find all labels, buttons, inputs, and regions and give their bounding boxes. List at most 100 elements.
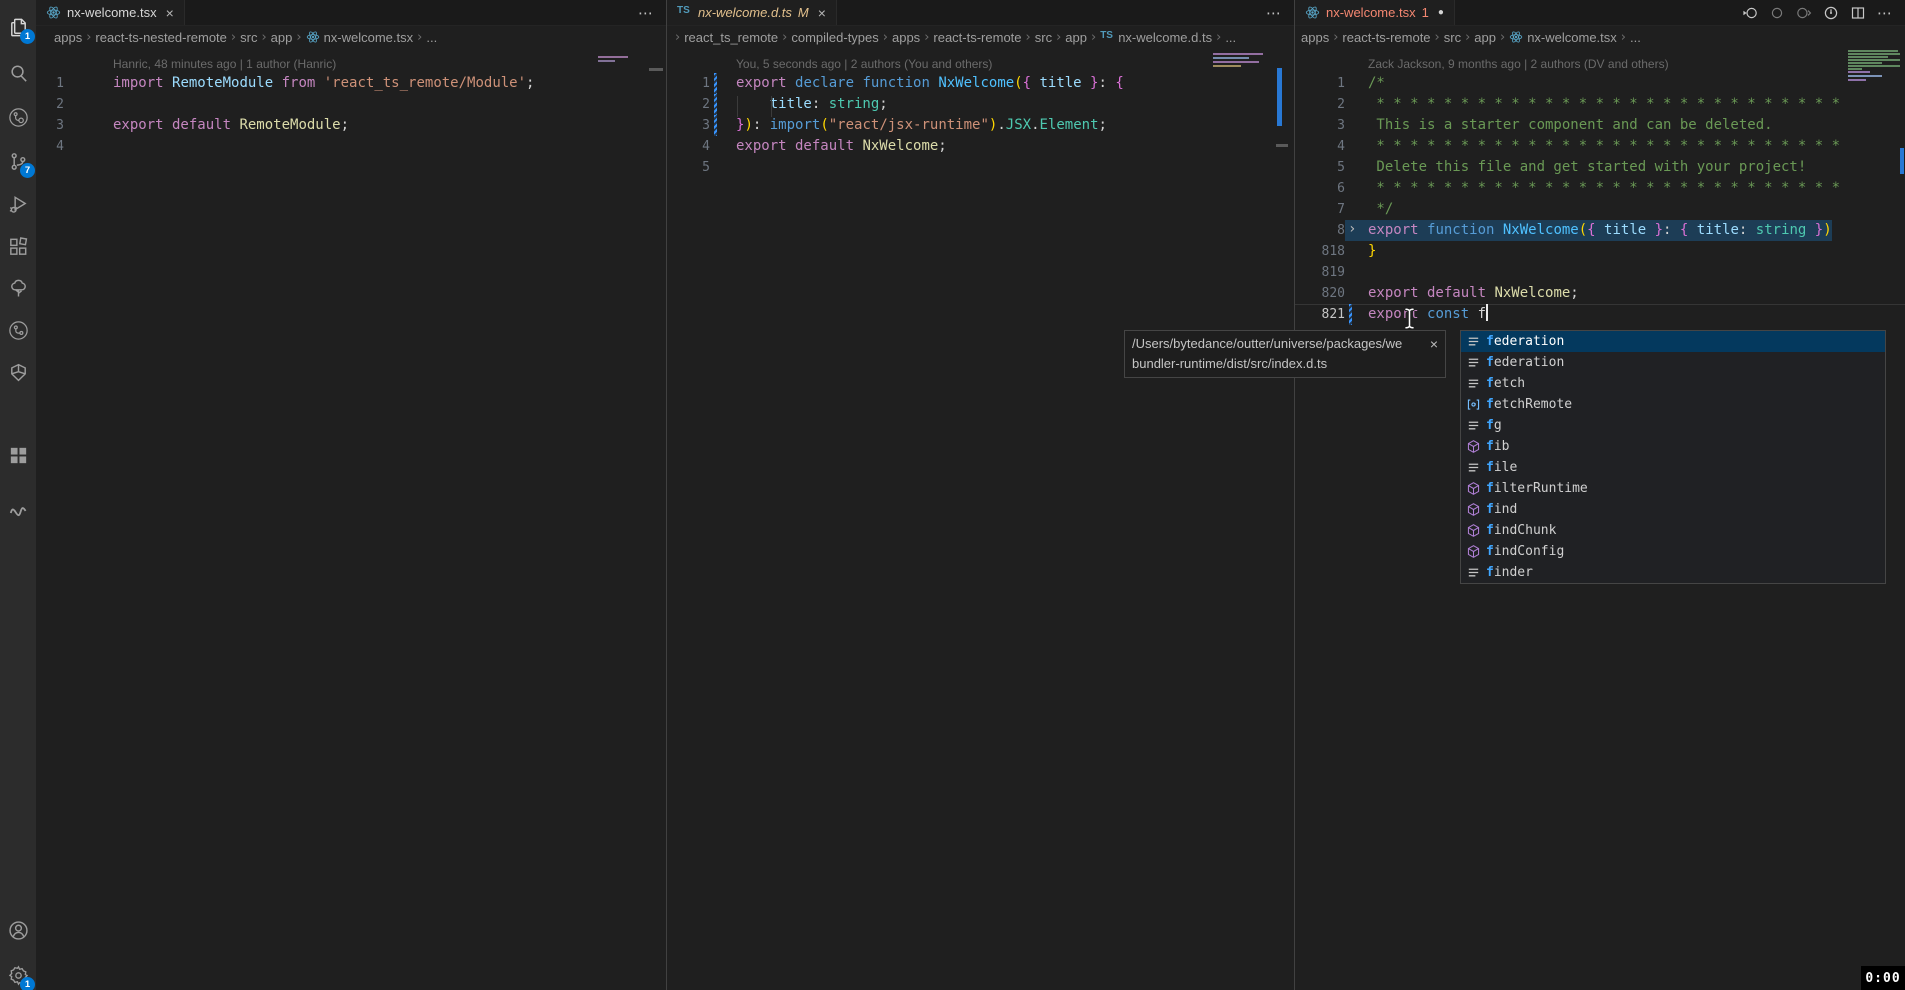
timer-icon[interactable] [1823,5,1839,21]
fold-chevron-icon[interactable]: › [1348,219,1356,240]
tab-close-icon[interactable]: × [166,5,174,21]
breadcrumb-item[interactable]: ... [426,30,437,45]
breadcrumb-item[interactable]: app [1474,30,1496,45]
ts-icon: TS [1100,30,1114,44]
suggest-item-fetchRemote[interactable]: fetchRemote [1461,394,1885,415]
code-text: * * * * * * * * * * * * * * * * * * * * … [1368,136,1840,157]
code-line[interactable]: 1/* [1295,73,1905,94]
activity-item-extensions[interactable] [0,229,36,263]
code-line[interactable]: 2 * * * * * * * * * * * * * * * * * * * … [1295,94,1905,115]
tab-nx-welcome.d.ts[interactable]: TSnx-welcome.d.tsM× [667,0,837,25]
activity-item-accounts[interactable] [0,913,36,947]
activity-item-explorer[interactable]: 1 [0,10,36,44]
recording-time: 0:00 [1865,971,1900,986]
breadcrumb-item[interactable]: react-ts-remote [1342,30,1430,45]
breadcrumb-item[interactable]: react_ts_remote [684,30,778,45]
suggest-item-file[interactable]: file [1461,457,1885,478]
breadcrumb-item[interactable]: src [1035,30,1052,45]
breadcrumb-item[interactable]: react-ts-remote [933,30,1021,45]
code-line[interactable]: 4export default NxWelcome; [667,136,1294,157]
breadcrumb-item[interactable]: apps [892,30,920,45]
record-dot-icon[interactable] [1769,5,1785,21]
pane-divider[interactable] [1294,0,1295,990]
suggest-item-finder[interactable]: finder [1461,562,1885,583]
suggest-item-findConfig[interactable]: findConfig [1461,541,1885,562]
suggest-item-findChunk[interactable]: findChunk [1461,520,1885,541]
breadcrumb-item[interactable]: react-ts-nested-remote [95,30,227,45]
code-line[interactable]: 8›export function NxWelcome({ title }: {… [1295,220,1905,241]
minimap-comment-line [1848,65,1900,67]
code-editor[interactable]: Zack Jackson, 9 months ago | 2 authors (… [1295,48,1905,325]
dirty-dot-icon[interactable]: ● [1438,7,1444,18]
code-line[interactable]: 3}): import("react/jsx-runtime").JSX.Ele… [667,115,1294,136]
activity-item-search[interactable] [0,56,36,90]
activity-item-testing-tree[interactable] [0,271,36,305]
code-line[interactable]: 819 [1295,262,1905,283]
breadcrumb-item[interactable]: ... [1630,30,1641,45]
code-line[interactable]: 2 title: string; [667,94,1294,115]
more-actions-icon[interactable]: ⋯ [1877,4,1893,22]
code-line[interactable]: 1export declare function NxWelcome({ tit… [667,73,1294,94]
code-line[interactable]: 820export default NxWelcome; [1295,283,1905,304]
suggest-item-federation[interactable]: federation [1461,352,1885,373]
breadcrumb-item[interactable]: TSnx-welcome.d.ts [1100,30,1212,45]
breadcrumb-item[interactable]: compiled-types [791,30,878,45]
code-editor[interactable]: Hanric, 48 minutes ago | 1 author (Hanri… [36,48,666,157]
suggest-item-fib[interactable]: fib [1461,436,1885,457]
more-actions-icon[interactable]: ⋯ [638,4,654,22]
suggest-item-find[interactable]: find [1461,499,1885,520]
code-line[interactable]: 6 * * * * * * * * * * * * * * * * * * * … [1295,178,1905,199]
breadcrumb-label: react_ts_remote [684,30,778,45]
suggest-item-filterRuntime[interactable]: filterRuntime [1461,478,1885,499]
tab-nx-welcome.tsx[interactable]: nx-welcome.tsx× [36,0,185,25]
more-actions-icon[interactable]: ⋯ [1266,4,1282,22]
code-line[interactable]: 4 [36,136,666,157]
code-editor[interactable]: You, 5 seconds ago | 2 authors (You and … [667,48,1294,178]
tab-nx-welcome.tsx[interactable]: nx-welcome.tsx1● [1295,0,1455,25]
code-line[interactable]: 818} [1295,241,1905,262]
split-editor-icon[interactable] [1850,5,1866,21]
code-line[interactable]: 3 This is a starter component and can be… [1295,115,1905,136]
suggest-item-federation[interactable]: federation [1461,331,1885,352]
line-number: 4 [667,136,710,157]
editor-actions: ⋯ [638,0,666,25]
code-line[interactable]: 4 * * * * * * * * * * * * * * * * * * * … [1295,136,1905,157]
activity-item-source-control-graph[interactable] [0,100,36,134]
code-line[interactable]: 2 [36,94,666,115]
activity-bar: 1 7 1 [0,0,36,990]
pane-divider[interactable] [666,0,667,990]
code-line[interactable]: 1import RemoteModule from 'react_ts_remo… [36,73,666,94]
activity-item-source-control[interactable]: 7 [0,144,36,178]
activity-item-settings[interactable]: 1 [0,958,36,990]
suggest-item-fetch[interactable]: fetch [1461,373,1885,394]
breadcrumb-item[interactable]: apps [1301,30,1329,45]
line-number: 1 [1295,73,1345,94]
step-forward-icon[interactable] [1796,5,1812,21]
suggest-item-fg[interactable]: fg [1461,415,1885,436]
code-line[interactable]: 7 */ [1295,199,1905,220]
code-line[interactable]: 821export const f [1295,304,1905,325]
code-line[interactable]: 5 Delete this file and get started with … [1295,157,1905,178]
tab-close-icon[interactable]: × [818,5,826,21]
breadcrumb-item[interactable]: app [1065,30,1087,45]
breadcrumb-item[interactable]: ... [1225,30,1236,45]
activity-item-run-and-debug[interactable] [0,187,36,221]
breadcrumb-item[interactable]: nx-welcome.tsx [306,30,414,45]
breadcrumb-item[interactable]: apps [54,30,82,45]
close-icon[interactable]: × [1425,334,1438,354]
gutter [710,94,736,115]
code-line[interactable]: 3export default RemoteModule; [36,115,666,136]
activity-item-custom-extension[interactable] [0,355,36,389]
code-line[interactable]: 5 [667,157,1294,178]
activity-item-grid-views[interactable] [0,438,36,472]
minimap-line [1848,79,1866,81]
breadcrumb-item[interactable]: src [240,30,257,45]
breadcrumb-label: nx-welcome.tsx [324,30,414,45]
activity-item-wave[interactable] [0,492,36,526]
breadcrumb-separator: › [413,30,426,45]
breadcrumb-item[interactable]: nx-welcome.tsx [1509,30,1617,45]
breadcrumb-item[interactable]: app [271,30,293,45]
breadcrumb-item[interactable]: src [1444,30,1461,45]
step-back-icon[interactable] [1742,5,1758,21]
activity-item-git-graph[interactable] [0,313,36,347]
